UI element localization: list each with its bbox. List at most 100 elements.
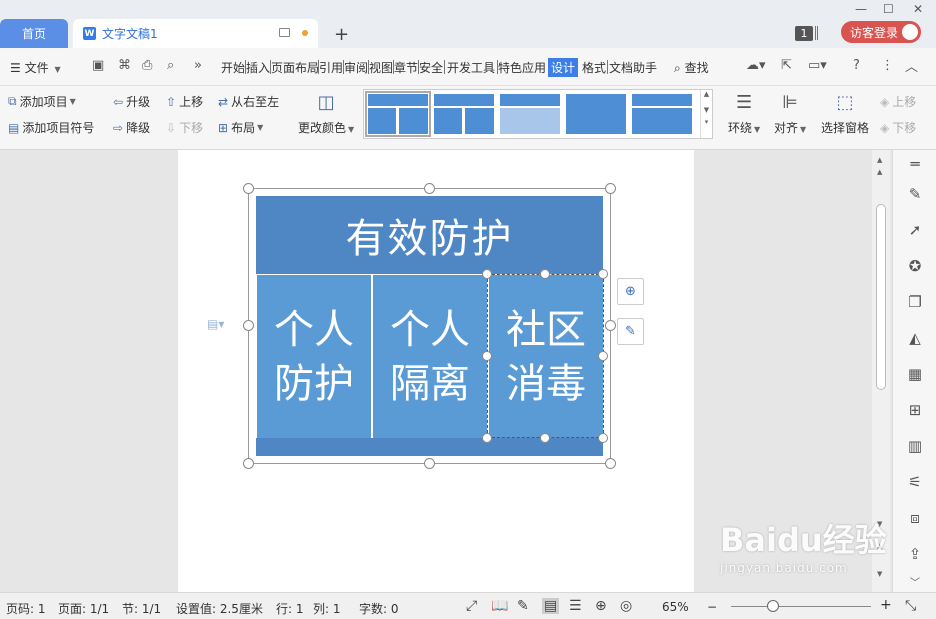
selection-pane-button[interactable]: ⬚ 选择窗格 xyxy=(821,92,869,136)
demote-button[interactable]: ⇨ 降级 xyxy=(113,119,150,136)
smartart-footer-shape[interactable] xyxy=(256,438,603,456)
style-thumb-2[interactable] xyxy=(434,94,494,134)
resize-handle[interactable] xyxy=(243,320,254,331)
print-icon[interactable]: ⎙ xyxy=(142,58,152,73)
write-mode-icon[interactable]: ✎ xyxy=(517,598,529,614)
status-word-count[interactable]: 字数: 0 xyxy=(359,600,399,617)
shape-handle[interactable] xyxy=(482,433,492,443)
add-item-button[interactable]: ⧉ 添加项目 ▼ xyxy=(8,93,76,110)
resize-handle[interactable] xyxy=(424,183,435,194)
edit-pen-icon[interactable]: ✎ xyxy=(905,184,925,204)
menu-format[interactable]: 格式 xyxy=(582,59,606,76)
fit-window-icon[interactable]: ⤡ xyxy=(905,598,916,614)
menu-insert[interactable]: 插入 xyxy=(246,59,270,76)
export-icon[interactable]: ⇪ xyxy=(905,544,925,564)
zoom-slider-track[interactable] xyxy=(731,606,871,607)
gallery-down-icon[interactable]: ▼ xyxy=(701,106,712,114)
shape-handle[interactable] xyxy=(598,433,608,443)
cloud-icon[interactable]: ☁▾ xyxy=(746,58,766,73)
more-chevron-icon[interactable]: » xyxy=(194,58,202,73)
gallery-scrollbar[interactable]: ▲ ▼ ▾ xyxy=(700,90,712,138)
right-to-left-button[interactable]: ⇄ 从右至左 xyxy=(218,93,279,110)
tab-home[interactable]: 首页 xyxy=(0,19,68,48)
minimize-icon[interactable]: — xyxy=(855,2,867,16)
menu-design[interactable]: 设计 xyxy=(548,58,579,77)
save-icon[interactable]: ▣ xyxy=(92,58,104,73)
status-section[interactable]: 节: 1/1 xyxy=(122,600,161,617)
image-icon[interactable]: ⧈ xyxy=(905,508,925,528)
wrap-button[interactable]: ☰ 环绕 ▼ xyxy=(728,92,760,136)
chart-icon[interactable]: ▥ xyxy=(905,436,925,456)
medal-icon[interactable]: ✪ xyxy=(905,256,925,276)
move-down-button[interactable]: ⇩ 下移 xyxy=(166,119,203,136)
format-painter-icon[interactable]: ⌘ xyxy=(118,58,131,73)
menu-special[interactable]: 特色应用 xyxy=(498,59,546,76)
collaborate-icon[interactable]: ▭▾ xyxy=(808,58,827,73)
resize-handle[interactable] xyxy=(243,183,254,194)
menu-developer[interactable]: 开发工具 xyxy=(447,59,495,76)
page-view-icon[interactable]: ▤ xyxy=(542,598,560,614)
status-setting-value[interactable]: 设置值: 2.5厘米 xyxy=(176,600,263,617)
resize-handle[interactable] xyxy=(424,458,435,469)
add-bullet-button[interactable]: ▤ 添加项目符号 xyxy=(8,119,94,136)
status-column[interactable]: 列: 1 xyxy=(313,600,341,617)
resize-handle[interactable] xyxy=(243,458,254,469)
resize-handle[interactable] xyxy=(605,320,616,331)
smartart-header-shape[interactable]: 有效防护 xyxy=(256,196,603,274)
close-icon[interactable]: ✕ xyxy=(913,2,923,16)
outline-view-icon[interactable]: ☰ xyxy=(569,598,582,614)
status-pages[interactable]: 页面: 1/1 xyxy=(58,600,109,617)
paragraph-anchor-icon[interactable]: ▤▾ xyxy=(207,317,224,331)
print-preview-icon[interactable]: ⌕ xyxy=(167,58,174,73)
scroll-up-icon[interactable]: ▲ xyxy=(877,156,882,164)
resize-handle[interactable] xyxy=(605,183,616,194)
menu-security[interactable]: 安全 xyxy=(419,59,443,76)
shapes-icon[interactable]: ❐ xyxy=(905,292,925,312)
menu-page-layout[interactable]: 页面布局 xyxy=(271,59,319,76)
menu-doc-assistant[interactable]: 文档助手 xyxy=(609,59,657,76)
scroll-up-small-icon[interactable]: ▲ xyxy=(877,168,882,176)
settings-sliders-icon[interactable]: ⚟ xyxy=(905,472,925,492)
expand-down-icon[interactable]: ﹀ xyxy=(905,574,925,594)
window-count-badge[interactable]: 1 xyxy=(795,26,813,41)
layout-options-button[interactable]: ⊕ xyxy=(617,278,644,305)
file-menu[interactable]: ☰ 文件 ▼ xyxy=(10,59,61,76)
new-tab-button[interactable]: + xyxy=(334,24,349,45)
guest-login-button[interactable]: 访客登录 xyxy=(841,21,921,43)
send-backward-button[interactable]: ◈ 下移 xyxy=(880,119,916,136)
menu-start[interactable]: 开始 xyxy=(221,59,245,76)
select-cursor-icon[interactable]: ➚ xyxy=(905,220,925,240)
maximize-icon[interactable]: ☐ xyxy=(883,2,894,16)
align-button[interactable]: ⊫ 对齐 ▼ xyxy=(774,92,806,136)
zoom-in-icon[interactable]: + xyxy=(880,597,892,613)
style-thumb-1[interactable] xyxy=(365,91,431,137)
menu-review[interactable]: 审阅 xyxy=(344,59,368,76)
shape-handle[interactable] xyxy=(540,269,550,279)
collapse-ribbon-icon[interactable]: ︿ xyxy=(905,56,918,75)
status-row[interactable]: 行: 1 xyxy=(276,600,304,617)
window-list-icon[interactable] xyxy=(815,26,818,40)
fill-icon[interactable]: ◭ xyxy=(905,328,925,348)
shape-handle[interactable] xyxy=(482,269,492,279)
web-view-icon[interactable]: ⊕ xyxy=(595,598,607,614)
zoom-slider-knob[interactable] xyxy=(767,600,779,612)
bring-forward-button[interactable]: ◈ 上移 xyxy=(880,93,916,110)
zoom-level[interactable]: 65% xyxy=(662,600,689,614)
gallery-up-icon[interactable]: ▲ xyxy=(701,90,712,98)
change-color-button[interactable]: ◫ 更改颜色 ▼ xyxy=(298,92,354,136)
style-thumb-3[interactable] xyxy=(500,94,560,134)
shape-handle[interactable] xyxy=(482,351,492,361)
promote-button[interactable]: ⇦ 升级 xyxy=(113,93,150,110)
apps-grid-icon[interactable]: ⊞ xyxy=(905,400,925,420)
smartart-cell-1[interactable]: 个人防护 xyxy=(257,275,371,438)
monitor-icon[interactable] xyxy=(279,28,290,37)
read-mode-icon[interactable]: 📖 xyxy=(491,598,508,614)
fullscreen-icon[interactable]: ⤢ xyxy=(466,598,477,614)
move-up-button[interactable]: ⇧ 上移 xyxy=(166,93,203,110)
more-icon[interactable]: ⋮ xyxy=(881,58,894,73)
shape-style-button[interactable]: ✎ xyxy=(617,318,644,345)
scrollbar-thumb[interactable] xyxy=(876,204,886,390)
shape-handle[interactable] xyxy=(598,269,608,279)
collapse-handle-icon[interactable]: ═ xyxy=(905,154,925,174)
menu-references[interactable]: 引用 xyxy=(319,59,343,76)
